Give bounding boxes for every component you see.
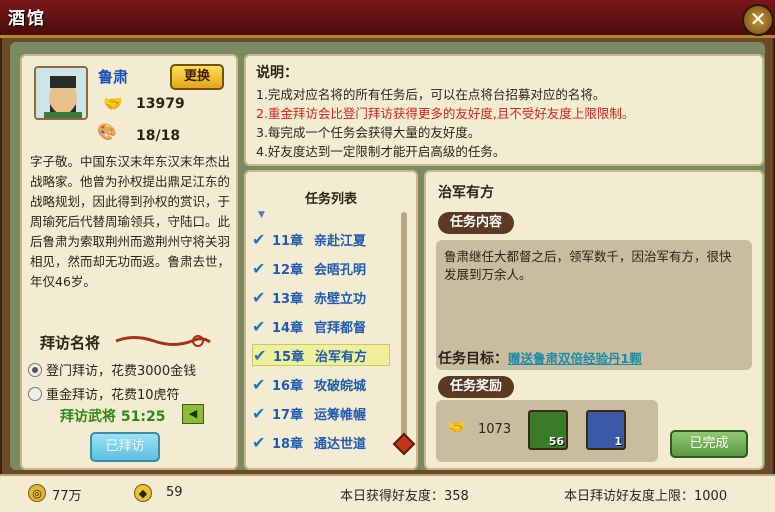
check-icon: ✔ — [252, 287, 266, 307]
content-banner: 任务内容 — [438, 212, 515, 234]
quest-item[interactable]: ✔ 14章 官拜都督 — [252, 315, 390, 337]
visit-count: 18/18 — [136, 128, 181, 144]
goal-link[interactable]: 赠送鲁肃双倍经验丹1颗 — [508, 351, 642, 366]
general-bio: 字子敬。中国东汉末年东汉末年杰出战略家。他曾为孙权提出鼎足江东的战略规划，因此得… — [30, 154, 231, 289]
quest-chapter: 15章 — [273, 349, 305, 365]
quest-name: 会晤孔明 — [314, 262, 367, 278]
reward-box: 🤝 1073 56 1 — [436, 400, 658, 462]
quest-list-title: 任务列表 — [304, 192, 357, 207]
description-title: 说明： — [256, 65, 298, 81]
check-icon: ✔ — [252, 258, 266, 278]
quest-detail-title: 治军有方 — [438, 185, 494, 201]
quest-item[interactable]: ✔ 17章 运筹帷幄 — [252, 402, 390, 424]
visit-title: 拜访名将 — [40, 334, 101, 352]
close-icon[interactable]: ✕ — [742, 4, 774, 36]
reward-banner: 任务奖励 — [438, 376, 515, 398]
goal-label: 任务目标： — [438, 351, 508, 367]
completed-button[interactable]: 已完成 — [670, 430, 748, 458]
gold-coin-icon: ◎ — [28, 484, 46, 502]
today-limit: 本日拜访好友度上限：1000 — [564, 489, 728, 504]
check-icon: ✔ — [252, 432, 266, 452]
visit-option-door-label: 登门拜访，花费3000金钱 — [46, 364, 197, 379]
quest-chapter: 13章 — [272, 291, 304, 307]
reward-friendship: 1073 — [478, 422, 512, 437]
quest-name: 运筹帷幄 — [314, 407, 367, 423]
quest-name: 通达世道 — [314, 436, 367, 452]
today-friendship: 本日获得好友度：358 — [340, 489, 469, 504]
window-title: 酒馆 — [8, 9, 46, 29]
radio-gold[interactable] — [28, 386, 42, 401]
quest-item[interactable]: ✔ 18章 通达世道 — [252, 431, 390, 453]
quest-chapter: 12章 — [272, 262, 304, 278]
quest-chapter: 14章 — [272, 320, 304, 336]
quest-goal: 任务目标：赠送鲁肃双倍经验丹1颗 — [438, 348, 642, 368]
quest-item[interactable]: ✔ 11章 亲赴江夏 — [252, 228, 390, 250]
quest-detail-panel: 治军有方 任务内容 鲁肃继任大都督之后，领军数千，因治军有方，很快发展到万余人。… — [424, 170, 764, 470]
check-icon: ✔ — [252, 403, 266, 423]
cloud-ornament-icon — [115, 335, 211, 347]
quest-chapter: 16章 — [272, 378, 304, 394]
quest-item[interactable]: ✔ 13章 赤壁立功 — [252, 286, 390, 308]
quest-list-panel: 任务列表 ▼ ✔ 11章 亲赴江夏 ✔ 12章 会晤孔明 ✔ 13章 赤壁立功 … — [244, 170, 418, 470]
quest-item[interactable]: ✔ 12章 会晤孔明 — [252, 257, 390, 279]
check-icon: ✔ — [252, 229, 266, 249]
description-line: 1.完成对应名将的所有任务后，可以在点将台招募对应的名将。 — [256, 87, 606, 102]
general-name: 鲁肃 — [98, 68, 129, 86]
reward-item-scroll-icon[interactable]: 56 — [528, 410, 568, 450]
swap-button[interactable]: 更换 — [170, 64, 224, 90]
status-footer: ◎ 77万 ◆ 59 本日获得好友度：358 本日拜访好友度上限：1000 — [0, 474, 775, 512]
reward-item-count: 56 — [548, 435, 564, 448]
prev-arrow-icon[interactable]: ◀ — [182, 404, 204, 424]
visit-option-gold-label: 重金拜访，花费10虎符 — [46, 388, 180, 403]
visit-option-door[interactable]: 登门拜访，花费3000金钱 — [28, 360, 196, 379]
check-icon: ✔ — [253, 345, 267, 365]
reward-item-count: 1 — [614, 435, 622, 448]
ingot-value: 59 — [166, 485, 183, 500]
general-avatar — [34, 66, 88, 120]
quest-content: 鲁肃继任大都督之后，领军数千，因治军有方，很快发展到万余人。 — [444, 249, 732, 282]
visit-option-gold[interactable]: 重金拜访，花费10虎符 — [28, 384, 180, 403]
gold-value: 77万 — [52, 489, 82, 504]
reward-item-token-icon[interactable]: 1 — [586, 410, 626, 450]
visit-timer: 拜访武将 51:25 — [60, 409, 166, 425]
handshake-icon: 🤝 — [103, 94, 123, 113]
quest-name: 官拜都督 — [314, 320, 367, 336]
description-line: 4.好友度达到一定限制才能开启高级的任务。 — [256, 144, 506, 159]
quest-item-selected[interactable]: ✔ 15章 治军有方 — [252, 344, 390, 366]
quest-item[interactable]: ✔ 16章 攻破皖城 — [252, 373, 390, 395]
quest-chapter: 18章 — [272, 436, 304, 452]
visit-button[interactable]: 已拜访 — [90, 432, 160, 462]
description-panel: 说明： 1.完成对应名将的所有任务后，可以在点将台招募对应的名将。 2.重金拜访… — [244, 54, 764, 166]
caret-down-icon: ▼ — [258, 210, 265, 220]
quest-name: 亲赴江夏 — [314, 233, 367, 249]
quest-name: 治军有方 — [315, 349, 368, 365]
check-icon: ✔ — [252, 316, 266, 336]
quest-name: 攻破皖城 — [314, 378, 367, 394]
scrollbar-track[interactable] — [401, 212, 407, 438]
ingot-icon: ◆ — [134, 484, 152, 502]
radio-door[interactable] — [28, 362, 42, 377]
description-line: 2.重金拜访会比登门拜访获得更多的友好度,且不受好友度上限限制。 — [256, 106, 635, 121]
title-bar: 酒馆 ✕ — [0, 0, 775, 38]
check-icon: ✔ — [252, 374, 266, 394]
general-panel: 鲁肃 更换 🤝 13979 🎨 18/18 字子敬。中国东汉末年东汉末年杰出战略… — [20, 54, 238, 470]
handshake-icon: 🤝 — [448, 420, 466, 436]
quest-name: 赤壁立功 — [314, 291, 367, 307]
scrollbar-thumb[interactable] — [392, 432, 416, 456]
friendship-value: 13979 — [136, 96, 185, 112]
quest-chapter: 17章 — [272, 407, 304, 423]
description-line: 3.每完成一个任务会获得大量的友好度。 — [256, 125, 481, 140]
quest-chapter: 11章 — [272, 233, 304, 249]
palette-icon: 🎨 — [97, 122, 117, 141]
